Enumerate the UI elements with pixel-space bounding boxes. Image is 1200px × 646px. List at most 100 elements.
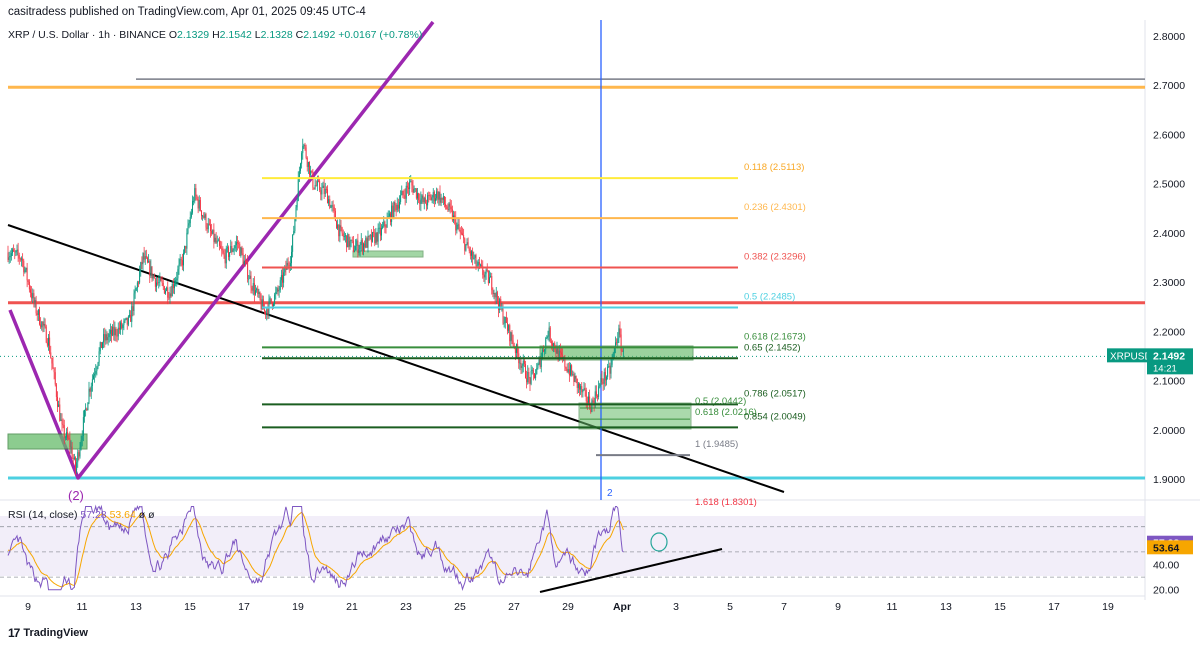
candle-body [379, 227, 381, 236]
candle-body [583, 388, 585, 390]
candle-body [355, 245, 357, 251]
rsi-legend-extra: ø ø [138, 509, 155, 521]
candle-body [608, 366, 610, 367]
ohlc-c: 2.1492 [303, 29, 336, 41]
candle-body [22, 258, 24, 261]
candle-body [187, 225, 189, 233]
candle-body [196, 195, 198, 200]
candle-body [417, 193, 418, 199]
candle-body [269, 298, 271, 300]
tradingview-brand[interactable]: 17 TradingView [8, 626, 88, 640]
candle-body [225, 248, 227, 264]
candle-body [159, 277, 161, 283]
candle-body [570, 365, 571, 376]
candle-body [260, 299, 262, 309]
candle-body [528, 372, 530, 378]
candle-body [64, 437, 66, 439]
candle-body [347, 234, 349, 248]
symbol-legend: XRP / U.S. Dollar · 1h · BINANCE O2.1329… [8, 29, 422, 41]
candle-body [397, 204, 399, 209]
publisher-line: casitradess published on TradingView.com… [8, 6, 366, 18]
candle-body [621, 350, 623, 352]
candle-body [432, 192, 434, 198]
candle-body [54, 372, 56, 385]
candle-body [25, 267, 27, 270]
candle-body [117, 327, 119, 337]
candle-body [486, 269, 488, 271]
candle-body [246, 260, 247, 263]
candle-body [32, 293, 34, 299]
candle-body [62, 424, 64, 426]
candle-body [539, 359, 541, 368]
candle-body [474, 255, 476, 258]
candle-body [202, 215, 204, 217]
fib-label: 0.618 (2.1673) [744, 331, 806, 342]
candle-body [525, 364, 526, 379]
candle-body [69, 438, 71, 447]
candle-body [93, 375, 94, 380]
candle-body [266, 309, 268, 315]
candle-body [33, 293, 35, 303]
candle-body [339, 225, 341, 237]
candle-body [167, 287, 169, 298]
candle-body [125, 317, 127, 320]
candle-body [206, 227, 208, 230]
candle-body [502, 308, 504, 324]
candle-body [572, 374, 574, 375]
candle-body [68, 438, 70, 440]
rsi-pane-band [0, 516, 1145, 576]
candle-body [17, 249, 19, 256]
time-tick-label: 5 [727, 601, 733, 613]
candle-body [226, 247, 228, 249]
candle-body [116, 335, 118, 337]
candle-body [313, 187, 315, 189]
candle-body [361, 240, 363, 252]
candle-body [306, 157, 308, 167]
candle-body [97, 362, 99, 368]
candle-body [46, 342, 48, 346]
candle-body [135, 288, 137, 291]
candle-body [413, 188, 415, 193]
candle-body [221, 248, 223, 251]
ohlc-values: O2.1329 H2.1542 L2.1328 C2.1492 +0.0167 … [169, 29, 422, 41]
candle-body [349, 241, 351, 247]
candle-body [115, 328, 117, 336]
time-tick-label: 11 [887, 601, 898, 613]
candle-body [126, 317, 128, 325]
candle-body [495, 292, 497, 298]
candle-body [14, 251, 16, 253]
candle-body [433, 192, 435, 202]
time-tick-label: 11 [77, 601, 88, 613]
candle-body [445, 204, 447, 207]
price-tick-label: 2.0000 [1153, 425, 1185, 437]
candle-body [378, 227, 380, 229]
candle-body [12, 249, 13, 254]
candle-body [35, 300, 37, 314]
candle-body [248, 278, 250, 280]
candle-body [480, 264, 481, 266]
candle-body [496, 292, 498, 302]
candle-body [233, 248, 235, 251]
candle-body [493, 292, 495, 295]
candle-body [585, 390, 587, 402]
candle-body [276, 288, 278, 293]
candle-body [149, 261, 151, 277]
candle-body [410, 181, 412, 183]
candle-body [494, 292, 496, 298]
candle-body [176, 278, 178, 281]
candle-body [75, 457, 76, 470]
candle-body [412, 185, 414, 193]
candle-body [592, 400, 594, 402]
candle-body [45, 326, 47, 343]
candle-body [516, 344, 517, 353]
candle-body [228, 247, 229, 258]
candle-body [458, 224, 460, 231]
candle-body [153, 275, 155, 279]
ohlc-l: 2.1328 [260, 29, 293, 41]
candle-body [356, 240, 358, 246]
candle-body [53, 368, 55, 373]
candle-body [185, 245, 187, 249]
candle-body [483, 274, 485, 278]
candle-body [148, 261, 150, 263]
candle-body [315, 184, 317, 186]
